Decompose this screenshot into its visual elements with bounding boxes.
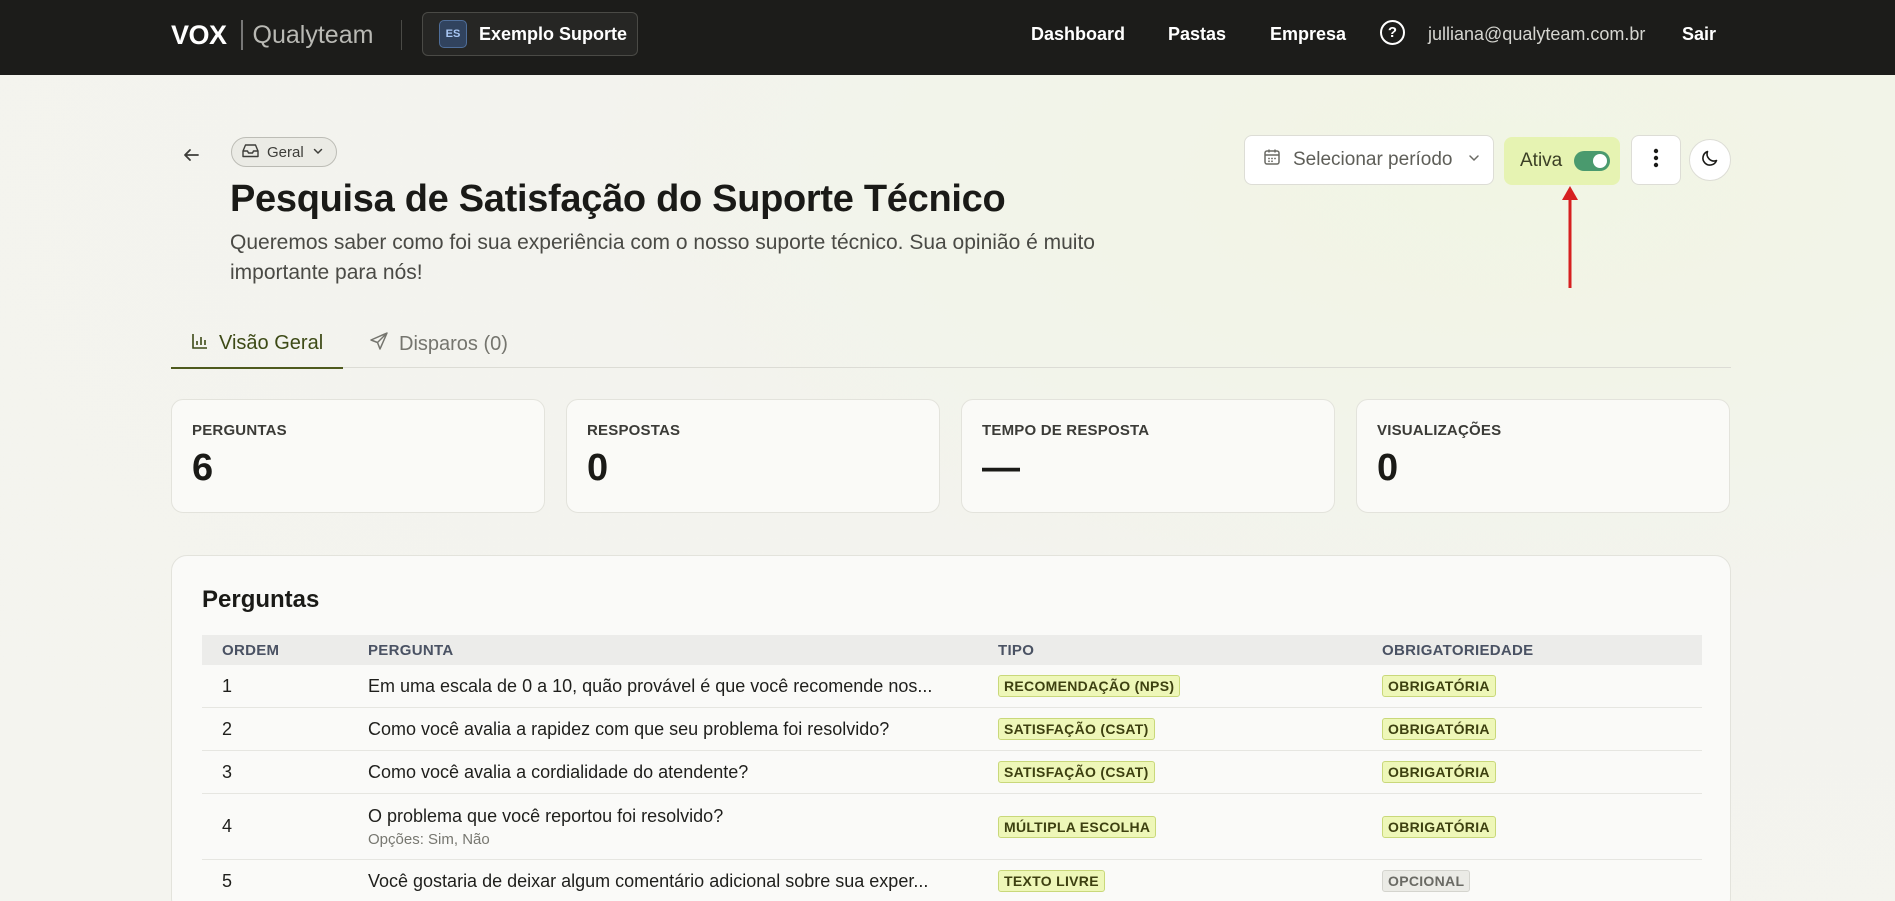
folder-badge[interactable]: Geral [231, 137, 337, 167]
question-order: 2 [222, 718, 233, 739]
period-placeholder: Selecionar período [1293, 149, 1453, 170]
annotation-arrow-icon [1562, 186, 1578, 288]
column-header-obrigatoriedade: OBRIGATORIEDADE [1382, 641, 1534, 659]
org-avatar: ES [439, 20, 467, 48]
more-options-button[interactable] [1631, 135, 1681, 185]
page-description: Queremos saber como foi sua experiência … [230, 231, 1095, 284]
question-type-badge: MÚLTIPLA ESCOLHA [998, 815, 1157, 838]
questions-table: ORDEM PERGUNTA TIPO OBRIGATORIEDADE 1 Em… [202, 635, 1702, 901]
stat-card-respostas: RESPOSTAS 0 [566, 399, 940, 513]
question-text: Você gostaria de deixar algum comentário… [368, 870, 929, 891]
question-type-badge: RECOMENDAÇÃO (NPS) [998, 675, 1181, 697]
theme-toggle-button[interactable] [1689, 139, 1731, 181]
send-icon [369, 331, 389, 357]
nav-link-empresa[interactable]: Empresa [1270, 24, 1346, 45]
stat-label: TEMPO DE RESPOSTA [982, 422, 1150, 439]
column-header-tipo: TIPO [998, 641, 1035, 659]
table-row[interactable]: 4 O problema que você reportou foi resol… [202, 794, 1702, 860]
inbox-icon [242, 143, 259, 162]
question-type-badge: SATISFAÇÃO (CSAT) [998, 718, 1155, 740]
column-header-pergunta: PERGUNTA [368, 641, 454, 659]
calendar-icon [1263, 148, 1281, 172]
chevron-down-icon [312, 144, 324, 161]
question-text: Em uma escala de 0 a 10, quão provável é… [368, 675, 933, 696]
question-order: 4 [222, 816, 233, 836]
active-toggle-switch[interactable] [1574, 151, 1611, 171]
brand-logo[interactable]: VOX Qualyteam [171, 18, 373, 52]
column-header-ordem: ORDEM [222, 641, 280, 659]
question-type-badge: SATISFAÇÃO (CSAT) [998, 761, 1155, 783]
stat-card-perguntas: PERGUNTAS 6 [171, 399, 545, 513]
stat-value: 0 [587, 447, 609, 489]
nav-divider [401, 20, 402, 50]
stat-value: — [982, 447, 1020, 489]
question-options: Opções: Sim, Não [368, 830, 490, 848]
stat-label: RESPOSTAS [587, 422, 681, 439]
kebab-menu-icon [1653, 147, 1659, 174]
tab-label: Disparos (0) [399, 332, 508, 355]
brand-primary: VOX [171, 19, 227, 50]
organization-switcher[interactable]: ES Exemplo Suporte [422, 12, 638, 56]
question-text: Como você avalia a cordialidade do atend… [368, 761, 749, 782]
question-order: 5 [222, 870, 233, 891]
period-selector[interactable]: Selecionar período [1244, 135, 1494, 185]
nav-link-dashboard[interactable]: Dashboard [1031, 24, 1125, 45]
required-badge: OBRIGATÓRIA [1382, 718, 1496, 740]
stat-value: 6 [192, 447, 214, 489]
question-order: 1 [222, 675, 233, 696]
question-order: 3 [222, 761, 233, 782]
table-header: ORDEM PERGUNTA TIPO OBRIGATORIEDADE [202, 635, 1702, 665]
status-label: Ativa [1520, 150, 1563, 171]
top-navbar: VOX Qualyteam ES Exemplo Suporte Dashboa… [0, 0, 1895, 75]
stat-label: VISUALIZAÇÕES [1377, 422, 1502, 439]
brand-secondary: Qualyteam [252, 20, 374, 49]
stat-label: PERGUNTAS [192, 422, 287, 439]
tab-label: Visão Geral [219, 332, 324, 354]
tab-bar: Visão Geral Disparos (0) [171, 320, 1731, 369]
tab-disparos[interactable]: Disparos (0) [369, 320, 508, 368]
back-arrow-icon[interactable] [180, 144, 202, 166]
optional-badge: OPCIONAL [1382, 870, 1471, 892]
question-type-badge: TEXTO LIVRE [998, 870, 1105, 892]
required-badge: OBRIGATÓRIA [1382, 815, 1496, 838]
required-badge: OBRIGATÓRIA [1382, 761, 1496, 783]
logout-link[interactable]: Sair [1682, 24, 1716, 45]
stat-card-tempo-resposta: TEMPO DE RESPOSTA — [961, 399, 1335, 513]
brand-separator [240, 20, 243, 50]
question-text: Como você avalia a rapidez com que seu p… [368, 718, 890, 739]
stat-card-visualizacoes: VISUALIZAÇÕES 0 [1356, 399, 1730, 513]
moon-icon [1700, 148, 1720, 173]
required-badge: OBRIGATÓRIA [1382, 675, 1496, 697]
stat-value: 0 [1377, 447, 1399, 489]
user-email[interactable]: julliana@qualyteam.com.br [1428, 24, 1645, 45]
table-row[interactable]: 3 Como você avalia a cordialidade do ate… [202, 751, 1702, 794]
question-text: O problema que você reportou foi resolvi… [368, 805, 724, 826]
table-row[interactable]: 2 Como você avalia a rapidez com que seu… [202, 708, 1702, 751]
tab-visao-geral[interactable]: Visão Geral [171, 320, 344, 369]
questions-title: Perguntas [202, 586, 320, 613]
chevron-down-icon [1467, 149, 1481, 171]
nav-link-pastas[interactable]: Pastas [1168, 24, 1226, 45]
bar-chart-icon [191, 332, 209, 356]
org-name: Exemplo Suporte [479, 23, 628, 44]
status-toggle[interactable]: Ativa [1504, 137, 1620, 185]
help-icon[interactable]: ? [1380, 20, 1405, 45]
page-title: Pesquisa de Satisfação do Suporte Técnic… [230, 178, 1006, 220]
questions-panel: Perguntas ORDEM PERGUNTA TIPO OBRIGATORI… [171, 555, 1731, 901]
table-row[interactable]: 5 Você gostaria de deixar algum comentár… [202, 860, 1702, 901]
folder-badge-label: Geral [267, 143, 304, 161]
table-row[interactable]: 1 Em uma escala de 0 a 10, quão provável… [202, 665, 1702, 708]
